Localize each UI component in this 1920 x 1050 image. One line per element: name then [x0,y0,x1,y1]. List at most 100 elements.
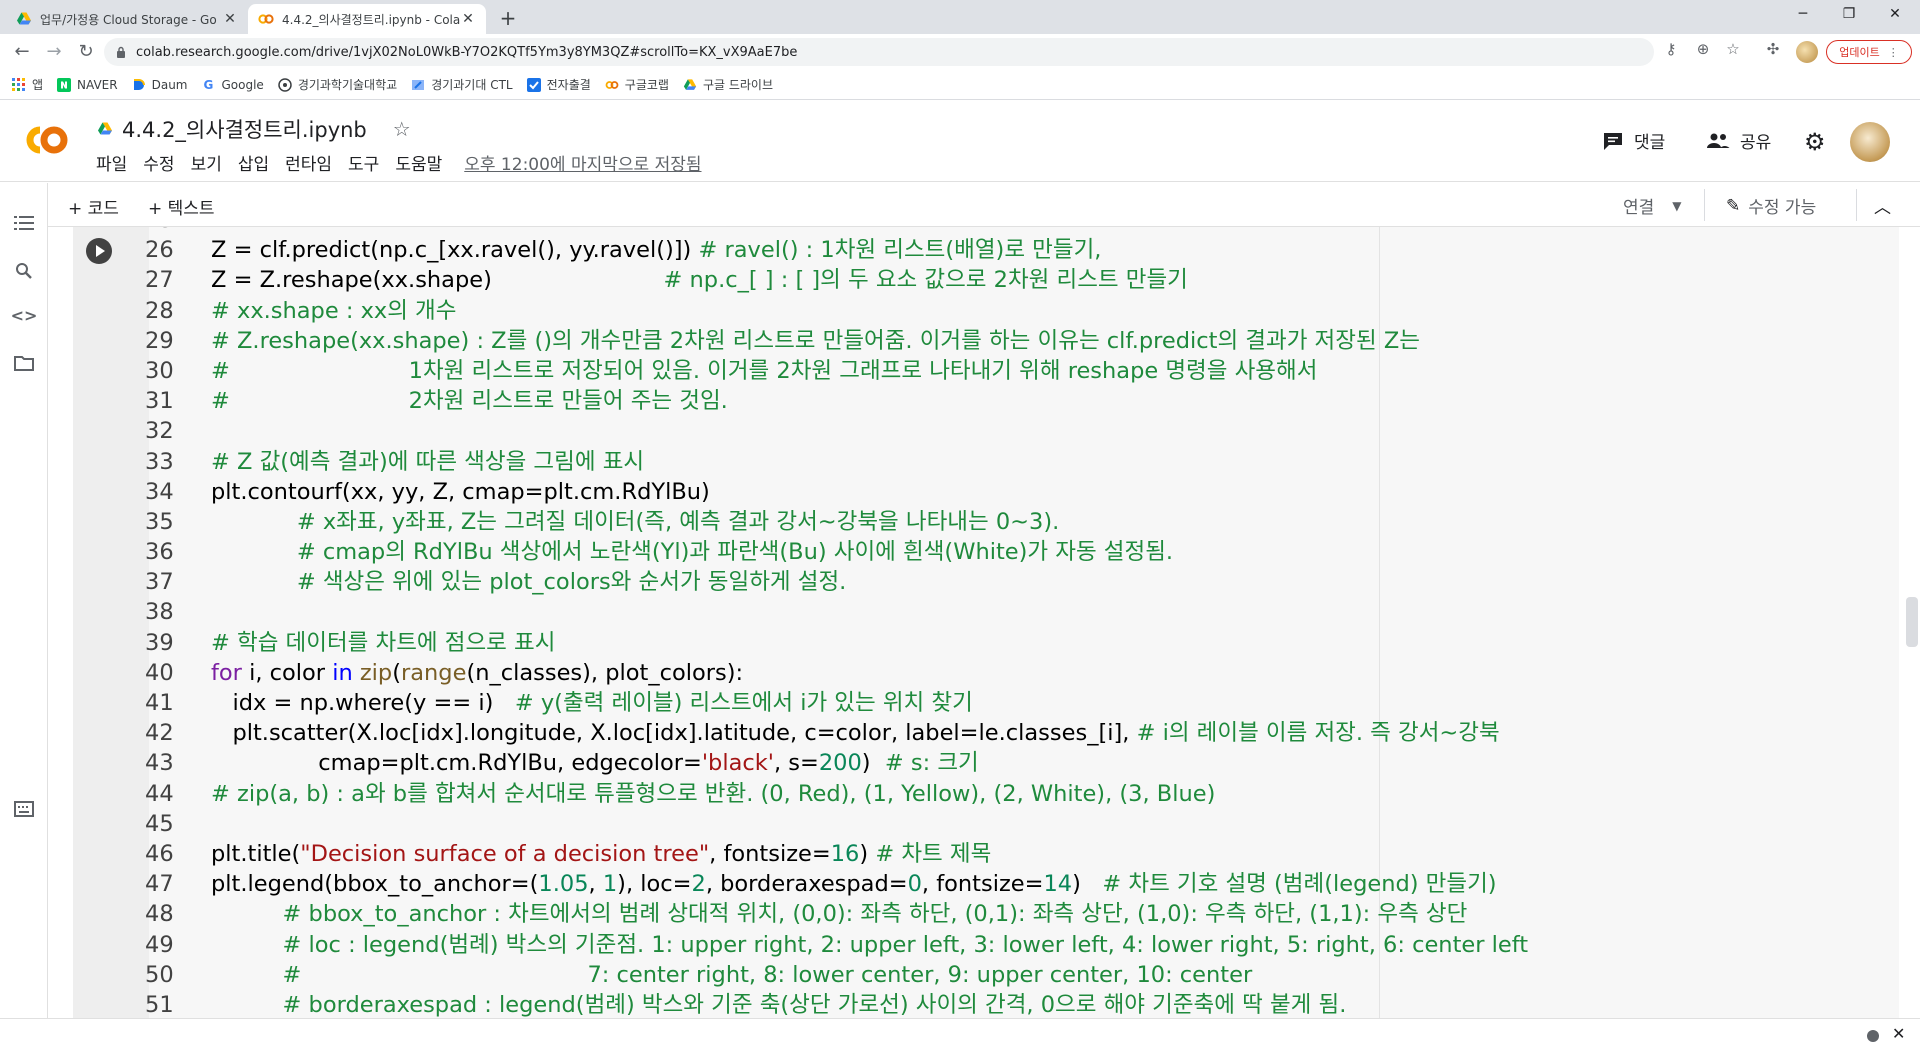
code-line[interactable]: 45 [49,809,1889,839]
terminal-icon[interactable] [12,797,36,821]
code-line[interactable]: 34 plt.contourf(xx, yy, Z, cmap=plt.cm.Rd… [49,477,1889,507]
menu-runtime[interactable]: 런타임 [277,150,340,175]
bookmark-ctl[interactable]: 경기과기대 CTL [411,76,513,93]
menu-help[interactable]: 도움말 [387,150,450,175]
code-line[interactable]: 25 [49,227,1889,235]
code-line[interactable]: 33 # Z 값(예측 결과)에 따른 색상을 그림에 표시 [49,447,1889,477]
zoom-icon[interactable]: ⊕ [1692,40,1714,58]
editing-mode-button[interactable]: ✎ 수정 가능 [1726,193,1817,219]
code-comment: # 차트 기호 설명 (범례(legend) 만들기) [1102,871,1497,898]
line-number: 49 [145,931,174,958]
extensions-icon[interactable]: ✣ [1762,40,1784,58]
code-line[interactable]: 38 [49,597,1889,627]
code-line[interactable]: 30 # 1차원 리스트로 저장되어 있음. 이거를 2차원 그래프로 나타내기 … [49,356,1889,386]
new-tab-button[interactable]: + [496,6,520,30]
code-line[interactable]: 32 [49,416,1889,446]
table-of-contents-icon[interactable] [12,211,36,235]
back-icon[interactable]: ← [10,40,34,64]
star-bookmark-icon[interactable]: ☆ [1722,40,1744,58]
menu-file[interactable]: 파일 [88,150,135,175]
code-line[interactable]: 41 idx = np.where(y == i) # y(출력 레이블) 리스… [49,688,1889,718]
code-line[interactable]: 40 for i, color in zip(range(n_classes), … [49,658,1889,688]
add-text-button[interactable]: + 텍스트 [148,194,215,219]
restore-icon[interactable]: ❐ [1826,0,1872,30]
settings-gear-icon[interactable]: ⚙ [1804,128,1826,156]
key-icon[interactable]: ⚷ [1660,40,1682,58]
code-line[interactable]: 28 # xx.shape : xx의 개수 [49,296,1889,326]
scrollbar-thumb[interactable] [1906,597,1918,647]
close-tab-icon[interactable]: ✕ [222,11,238,27]
code-line[interactable]: 39 # 학습 데이터를 차트에 점으로 표시 [49,628,1889,658]
code-line[interactable]: 26 Z = clf.predict(np.c_[xx.ravel(), yy.r… [49,235,1889,265]
add-code-button[interactable]: + 코드 [68,194,119,219]
code-line[interactable]: 27 Z = Z.reshape(xx.shape) # np.c_[ ] : [… [49,265,1889,295]
code-text: plt.scatter(X.loc[idx].longitude, X.loc[… [211,718,1499,748]
bookmark-naver[interactable]: NAVER [57,77,118,92]
notebook-title[interactable]: 4.4.2_의사결정트리.ipynb [122,114,367,144]
bookmark-kyonggi-tech[interactable]: 경기과학기술대학교 [278,76,397,93]
close-window-icon[interactable]: ✕ [1872,0,1918,30]
browser-tab-colab[interactable]: 4.4.2_의사결정트리.ipynb - Cola ✕ [248,4,486,34]
bookmark-label: 구글코랩 [624,78,669,92]
menu-insert[interactable]: 삽입 [230,150,277,175]
folder-icon[interactable] [12,351,36,375]
colab-logo[interactable] [18,122,70,158]
code-line[interactable]: 50 # 7: center right, 8: lower center, 9… [49,960,1889,990]
code-comment: # borderaxespad : legend(범례) 박스와 기준 축(상단… [282,991,1347,1018]
menu-edit[interactable]: 수정 [135,150,182,175]
share-button[interactable]: 공유 [1706,128,1771,153]
code-line[interactable]: 49 # loc : legend(범례) 박스의 기준점. 1: upper … [49,930,1889,960]
bookmark-google[interactable]: G Google [201,78,264,92]
code-line[interactable]: 48 # bbox_to_anchor : 차트에서의 범례 상대적 위치, (… [49,899,1889,929]
code-token: , fontsize= [709,840,831,867]
code-token: plt.scatter(X.loc[idx].longitude, X.loc[… [211,720,1137,747]
code-line[interactable]: 36 # cmap의 RdYlBu 색상에서 노란색(Yl)과 파란색(Bu) … [49,537,1889,567]
code-line[interactable]: 44 # zip(a, b) : a와 b를 합쳐서 순서대로 튜플형으로 반환.… [49,779,1889,809]
code-line[interactable]: 46 plt.title("Decision surface of a decis… [49,839,1889,869]
connect-button[interactable]: 연결 ▼ [1623,193,1682,218]
profile-avatar[interactable] [1796,41,1818,63]
editing-label: 수정 가능 [1748,198,1817,218]
code-line[interactable]: 29 # Z.reshape(xx.shape) : Z를 ()의 개수만큼 2차… [49,326,1889,356]
menu-view[interactable]: 보기 [183,150,230,175]
update-button[interactable]: 업데이트 ⋮ [1826,40,1912,64]
code-line[interactable]: 31 # 2차원 리스트로 만들어 주는 것임. [49,386,1889,416]
bookmark-google-drive[interactable]: 구글 드라이브 [683,76,773,93]
status-indicator-icon[interactable] [1867,1030,1879,1042]
code-line[interactable]: 43 cmap=plt.cm.RdYlBu, edgecolor='black'… [49,748,1889,778]
reload-icon[interactable]: ↻ [74,40,98,64]
close-icon[interactable]: ✕ [1892,1024,1905,1043]
star-icon[interactable]: ☆ [393,117,411,141]
code-line[interactable]: 51 # borderaxespad : legend(범례) 박스와 기준 축… [49,990,1889,1018]
last-saved-link[interactable]: 오후 12:00에 마지막으로 저장됨 [456,150,709,175]
account-avatar[interactable] [1850,122,1890,162]
search-icon[interactable] [12,259,36,283]
line-number: 36 [145,539,174,566]
chevron-up-icon[interactable]: ︿ [1874,193,1891,218]
code-snippets-icon[interactable]: <> [11,303,38,327]
comment-button[interactable]: 댓글 [1602,128,1665,153]
line-number: 33 [145,448,174,475]
minimize-icon[interactable]: ─ [1780,0,1826,30]
code-text: plt.contourf(xx, yy, Z, cmap=plt.cm.RdYl… [211,477,710,507]
code-line[interactable]: 35 # x좌표, y좌표, Z는 그려질 데이터(즉, 예측 결과 강서~강북… [49,507,1889,537]
colab-icon [258,14,274,24]
code-text: # 2차원 리스트로 만들어 주는 것임. [211,386,728,416]
code-editor[interactable]: 25 26 Z = clf.predict(np.c_[xx.ravel(), yy… [49,227,1889,1018]
close-tab-icon[interactable]: ✕ [460,11,476,27]
pencil-icon: ✎ [1726,195,1741,216]
google-drive-icon[interactable] [96,121,114,137]
forward-icon[interactable]: → [42,40,66,64]
code-line[interactable]: 47 plt.legend(bbox_to_anchor=(1.05, 1), l… [49,869,1889,899]
code-line[interactable]: 37 # 색상은 위에 있는 plot_colors와 순서가 동일하게 설정. [49,567,1889,597]
bookmark-daum[interactable]: Daum [132,78,187,92]
code-comment: # 학습 데이터를 차트에 점으로 표시 [211,629,556,656]
bookmark-apps[interactable]: 앱 [12,76,43,93]
url-bar[interactable]: colab.research.google.com/drive/1vjX02No… [104,38,1654,66]
menu-tools[interactable]: 도구 [340,150,387,175]
bookmark-attendance[interactable]: 전자출결 [526,76,591,93]
bookmark-colab[interactable]: 구글코랩 [605,76,669,93]
browser-tab-drive[interactable]: 업무/가정용 Cloud Storage - Go ✕ [6,4,248,34]
code-line[interactable]: 42 plt.scatter(X.loc[idx].longitude, X.l… [49,718,1889,748]
